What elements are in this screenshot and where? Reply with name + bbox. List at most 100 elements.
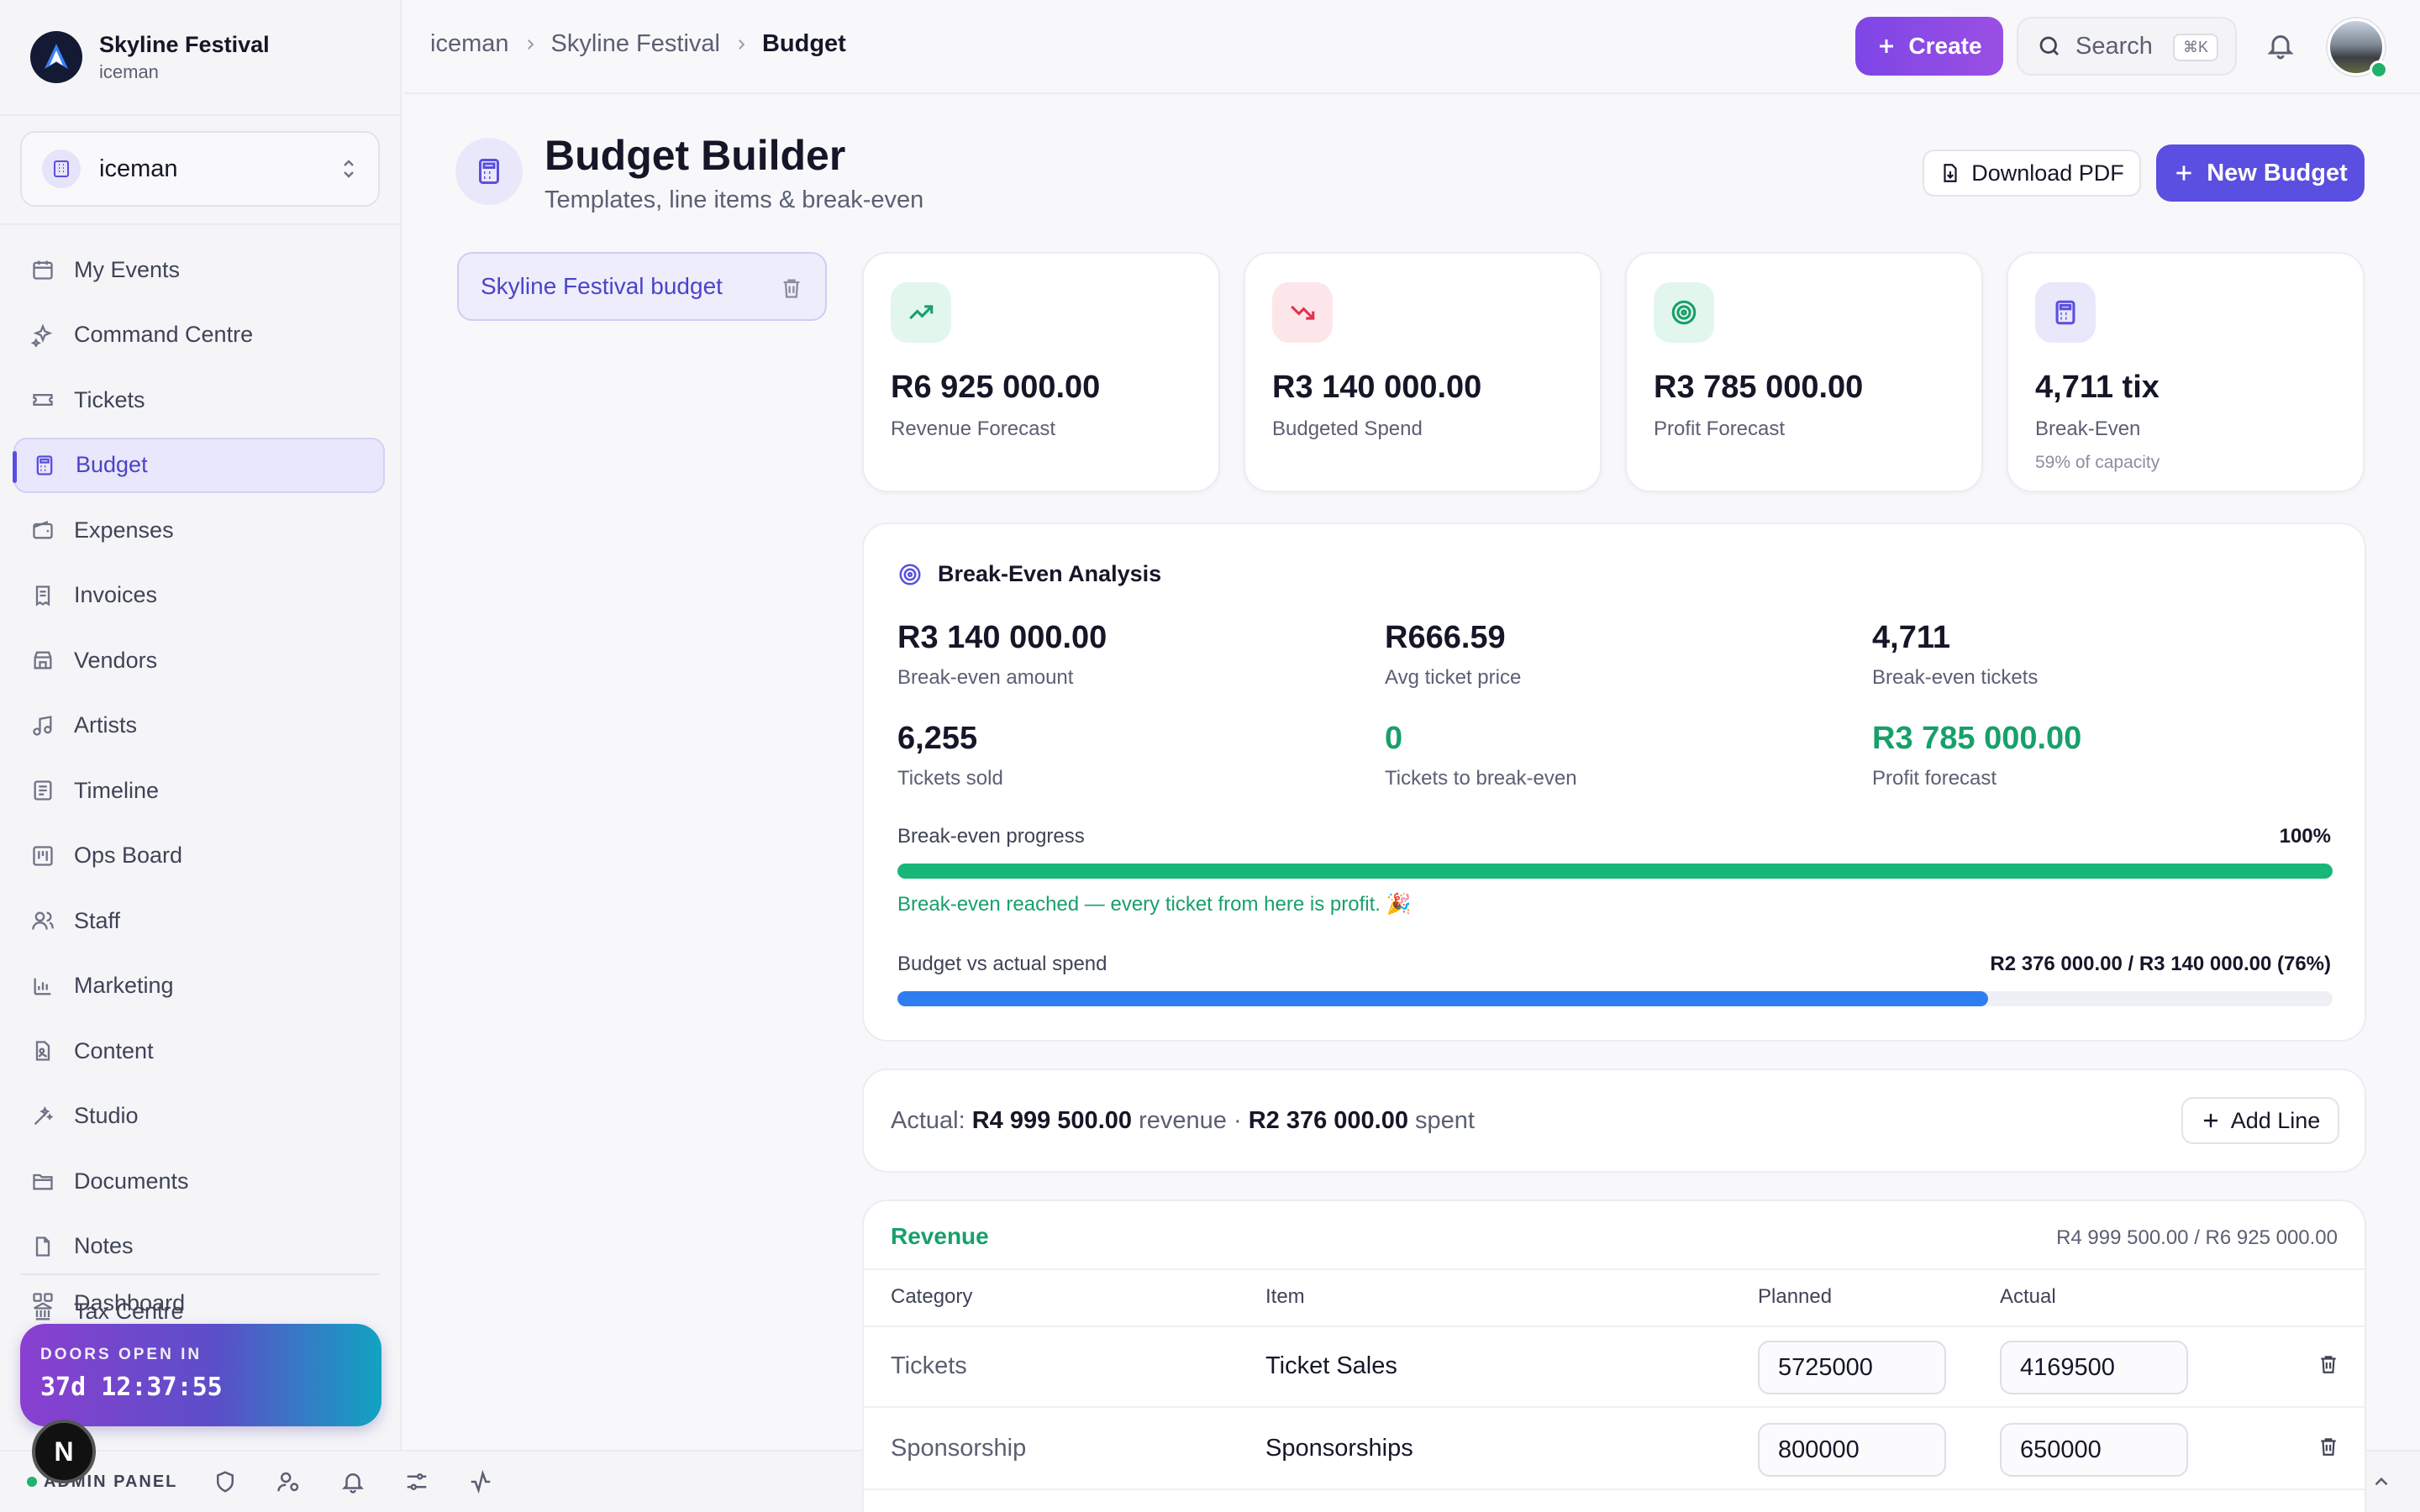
sidebar-item-expenses[interactable]: Expenses	[13, 502, 385, 558]
countdown-label: DOORS OPEN IN	[40, 1346, 203, 1363]
stat-label: Break-Even	[2035, 417, 2141, 440]
sidebar-item-label: Command Centre	[74, 322, 254, 347]
sidebar-item-label: Expenses	[74, 517, 174, 543]
new-budget-button[interactable]: New Budget	[2156, 144, 2365, 202]
sidebar-item-label: My Events	[74, 256, 181, 282]
actual-amount-input[interactable]: 4169500	[2000, 1341, 2188, 1394]
search-icon	[2039, 36, 2059, 55]
sidebar-item-label: Content	[74, 1037, 154, 1063]
breadcrumb-event[interactable]: Skyline Festival	[551, 30, 720, 58]
metric-label: Tickets to break-even	[1385, 767, 1577, 790]
actual-prefix: Actual:	[891, 1106, 965, 1134]
brand-header[interactable]: Skyline Festival iceman	[0, 0, 400, 116]
activity-icon[interactable]	[466, 1467, 496, 1497]
metric-label: Tickets sold	[897, 767, 1003, 790]
table-row: Tickets Ticket Sales 5725000 4169500	[864, 1327, 2365, 1408]
actual-amount-input[interactable]: 650000	[2000, 1423, 2188, 1477]
sidebar-item-marketing[interactable]: Marketing	[13, 958, 385, 1014]
sidebar-item-budget[interactable]: Budget	[13, 437, 385, 493]
list-icon	[30, 778, 55, 803]
download-pdf-button[interactable]: Download PDF	[1923, 150, 2141, 197]
event-name: Skyline Festival	[99, 31, 270, 57]
chevron-up-icon[interactable]	[2366, 1467, 2396, 1497]
sliders-icon[interactable]	[402, 1467, 432, 1497]
festival-logo	[30, 31, 82, 83]
kanban-icon	[30, 843, 55, 869]
metric-tickets-to-break-even: 0 Tickets to break-even	[1385, 721, 1577, 790]
sidebar-item-notes[interactable]: Notes	[13, 1219, 385, 1274]
organization-switcher[interactable]: iceman	[20, 131, 380, 207]
delete-budget-trash-icon[interactable]	[780, 276, 803, 301]
delete-row-trash-icon[interactable]	[2317, 1435, 2339, 1458]
break-even-progress-bar	[897, 864, 2333, 879]
calculator-icon	[32, 453, 57, 478]
separator-dot: ·	[1233, 1106, 1242, 1134]
sidebar-item-artists[interactable]: Artists	[13, 698, 385, 753]
metric-break-even-amount: R3 140 000.00 Break-even amount	[897, 620, 1107, 690]
breadcrumb: iceman Skyline Festival Budget	[430, 30, 846, 58]
stat-card-break-even: 4,711 tix Break-Even 59% of capacity	[2007, 252, 2365, 492]
sidebar-item-label: Dashboard	[74, 1290, 186, 1315]
plus-icon	[2203, 1114, 2217, 1127]
planned-amount-input[interactable]: 800000	[1758, 1423, 1946, 1477]
file-download-icon	[1944, 164, 1957, 182]
sidebar-item-content[interactable]: Content	[13, 1023, 385, 1079]
user-settings-icon[interactable]	[274, 1467, 304, 1497]
doors-open-countdown[interactable]: DOORS OPEN IN 37d 12:37:55	[20, 1324, 381, 1426]
sidebar-item-label: Tickets	[74, 386, 145, 412]
budget-list-item[interactable]: Skyline Festival budget	[457, 252, 827, 321]
row-category: Tickets	[891, 1352, 967, 1379]
metric-value: R666.59	[1385, 620, 1506, 655]
sidebar-item-my-events[interactable]: My Events	[13, 242, 385, 297]
sidebar-item-timeline[interactable]: Timeline	[13, 763, 385, 818]
sidebar-item-documents[interactable]: Documents	[13, 1153, 385, 1209]
break-even-analysis-card: Break-Even Analysis R3 140 000.00 Break-…	[862, 522, 2366, 1042]
sidebar-item-ops-board[interactable]: Ops Board	[13, 828, 385, 884]
stat-label: Profit Forecast	[1654, 417, 1786, 440]
target-icon	[899, 564, 921, 585]
bell-icon[interactable]	[338, 1467, 368, 1497]
trending-up-icon	[891, 282, 951, 343]
spend-progress-value: R2 376 000.00 / R3 140 000.00 (76%)	[1990, 953, 2331, 975]
sidebar-item-studio[interactable]: Studio	[13, 1089, 385, 1144]
sidebar-item-dashboard[interactable]: Dashboard	[13, 1285, 385, 1319]
online-status-dot	[2370, 60, 2388, 79]
next-devtools-badge[interactable]: N	[32, 1420, 96, 1483]
notifications-bell-icon[interactable]	[2265, 30, 2296, 60]
sidebar-item-staff[interactable]: Staff	[13, 893, 385, 948]
planned-amount-input[interactable]: 5725000	[1758, 1341, 1946, 1394]
store-icon	[30, 648, 55, 673]
breadcrumb-current: Budget	[761, 30, 846, 57]
search-button[interactable]: Search ⌘K	[2017, 17, 2237, 76]
create-button[interactable]: Create	[1855, 17, 2003, 76]
actual-summary-bar: Actual: R4 999 500.00 revenue · R2 376 0…	[862, 1068, 2366, 1173]
event-owner: iceman	[99, 60, 159, 82]
column-header-actual: Actual	[2000, 1285, 2056, 1308]
building-icon	[42, 150, 81, 188]
stat-card-profit-forecast: R3 785 000.00 Profit Forecast	[1625, 252, 1983, 492]
sidebar-item-command-centre[interactable]: Command Centre	[13, 307, 385, 363]
revenue-totals: R4 999 500.00 / R6 925 000.00	[2056, 1226, 2338, 1249]
shield-icon[interactable]	[210, 1467, 240, 1497]
actual-revenue-word: revenue	[1139, 1106, 1227, 1134]
music-note-icon	[30, 713, 55, 738]
receipt-icon	[30, 583, 55, 608]
breadcrumb-org[interactable]: iceman	[430, 30, 509, 58]
metric-value: 0	[1385, 721, 1403, 756]
sidebar-item-label: Documents	[74, 1168, 189, 1194]
ticket-icon	[30, 387, 55, 412]
column-header-category: Category	[891, 1285, 973, 1308]
sidebar-item-label: Vendors	[74, 647, 158, 673]
revenue-section: Revenue R4 999 500.00 / R6 925 000.00 Ca…	[862, 1200, 2366, 1512]
sidebar-item-label: Invoices	[74, 582, 158, 607]
sidebar-item-invoices[interactable]: Invoices	[13, 568, 385, 623]
metric-value: R3 785 000.00	[1872, 721, 2082, 756]
create-button-label: Create	[1908, 33, 1982, 59]
delete-row-trash-icon[interactable]	[2317, 1352, 2339, 1376]
sidebar-item-vendors[interactable]: Vendors	[13, 633, 385, 688]
sidebar-item-label: Budget	[76, 452, 148, 477]
metric-label: Break-even amount	[897, 666, 1074, 689]
file-image-icon	[30, 1038, 55, 1063]
add-line-button[interactable]: Add Line	[2181, 1097, 2339, 1144]
sidebar-item-tickets[interactable]: Tickets	[13, 372, 385, 428]
